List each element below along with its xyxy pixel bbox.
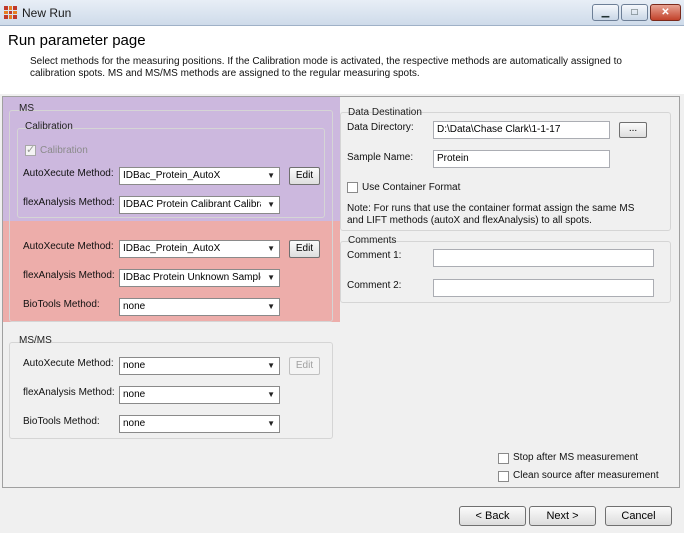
use-container-label: Use Container Format (362, 182, 461, 193)
cal-autoxecute-label: AutoXecute Method: (23, 168, 114, 179)
ms-autoxecute-edit-button[interactable]: Edit (289, 240, 320, 258)
page-description: Select methods for the measuring positio… (30, 56, 622, 79)
chevron-down-icon: ▼ (267, 390, 275, 399)
comment1-label: Comment 1: (347, 250, 402, 261)
calibration-checkbox-label: Calibration (40, 145, 88, 156)
msms-flexanalysis-select[interactable]: none ▼ (119, 386, 280, 404)
chevron-down-icon: ▼ (267, 171, 275, 180)
window-title: New Run (22, 6, 72, 20)
comment2-input[interactable] (433, 279, 654, 297)
ms-biotools-value: none (123, 301, 146, 312)
chevron-down-icon: ▼ (267, 273, 275, 282)
calibration-group-label: Calibration (25, 121, 73, 132)
ms-biotools-label: BioTools Method: (23, 299, 100, 310)
chevron-down-icon: ▼ (267, 302, 275, 311)
sample-name-input[interactable]: Protein (433, 150, 610, 168)
cal-autoxecute-value: IDBac_Protein_AutoX (123, 170, 221, 181)
msms-flexanalysis-label: flexAnalysis Method: (23, 387, 115, 398)
comment2-label: Comment 2: (347, 280, 402, 291)
clean-source-label: Clean source after measurement (513, 470, 659, 481)
ms-flexanalysis-label: flexAnalysis Method: (23, 270, 115, 281)
cal-autoxecute-select[interactable]: IDBac_Protein_AutoX ▼ (119, 167, 280, 185)
chevron-down-icon: ▼ (267, 361, 275, 370)
dialog-body: MS Calibration Calibration AutoXecute Me… (0, 94, 684, 533)
browse-button[interactable]: ... (619, 122, 647, 138)
msms-autoxecute-value: none (123, 360, 146, 371)
page-header: Run parameter page Select methods for th… (0, 26, 684, 94)
ms-flexanalysis-select[interactable]: IDBac Protein Unknown Sample ▼ (119, 269, 280, 287)
cal-autoxecute-edit-button[interactable]: Edit (289, 167, 320, 185)
clean-source-checkbox[interactable] (498, 471, 509, 482)
ms-autoxecute-select[interactable]: IDBac_Protein_AutoX ▼ (119, 240, 280, 258)
comment1-input[interactable] (433, 249, 654, 267)
next-button[interactable]: Next > (529, 506, 596, 526)
ms-flexanalysis-value: IDBac Protein Unknown Sample (123, 272, 261, 283)
data-directory-label: Data Directory: (347, 122, 414, 133)
msms-biotools-label: BioTools Method: (23, 416, 100, 427)
close-button[interactable]: ✕ (650, 4, 681, 21)
chevron-down-icon: ▼ (267, 244, 275, 253)
cal-flexanalysis-value: IDBAC Protein Calibrant Calibrati (123, 199, 261, 210)
cal-flexanalysis-select[interactable]: IDBAC Protein Calibrant Calibrati ▼ (119, 196, 280, 214)
use-container-checkbox[interactable] (347, 182, 358, 193)
ms-group-label: MS (19, 103, 34, 114)
container-note: Note: For runs that use the container fo… (347, 203, 635, 226)
sample-name-label: Sample Name: (347, 152, 414, 163)
chevron-down-icon: ▼ (267, 200, 275, 209)
msms-autoxecute-label: AutoXecute Method: (23, 358, 114, 369)
stop-after-ms-checkbox[interactable] (498, 453, 509, 464)
app-icon (4, 6, 17, 19)
cal-flexanalysis-label: flexAnalysis Method: (23, 197, 115, 208)
ms-autoxecute-value: IDBac_Protein_AutoX (123, 243, 221, 254)
msms-biotools-select[interactable]: none ▼ (119, 415, 280, 433)
back-button[interactable]: < Back (459, 506, 526, 526)
msms-autoxecute-edit-button[interactable]: Edit (289, 357, 320, 375)
content-frame: MS Calibration Calibration AutoXecute Me… (2, 96, 680, 488)
chevron-down-icon: ▼ (267, 419, 275, 428)
data-directory-input[interactable]: D:\Data\Chase Clark\1-1-17 (433, 121, 610, 139)
comments-group-label: Comments (348, 235, 397, 246)
window-titlebar: New Run ▁ □ ✕ (0, 0, 684, 26)
page-title: Run parameter page (8, 32, 146, 49)
msms-flexanalysis-value: none (123, 389, 146, 400)
msms-group-label: MS/MS (19, 335, 52, 346)
minimize-button[interactable]: ▁ (592, 4, 619, 21)
ms-autoxecute-label: AutoXecute Method: (23, 241, 114, 252)
ms-biotools-select[interactable]: none ▼ (119, 298, 280, 316)
maximize-button[interactable]: □ (621, 4, 648, 21)
stop-after-ms-label: Stop after MS measurement (513, 452, 639, 463)
data-destination-label: Data Destination (348, 107, 422, 118)
calibration-checkbox[interactable] (25, 143, 36, 156)
msms-biotools-value: none (123, 418, 146, 429)
cancel-button[interactable]: Cancel (605, 506, 672, 526)
msms-autoxecute-select[interactable]: none ▼ (119, 357, 280, 375)
